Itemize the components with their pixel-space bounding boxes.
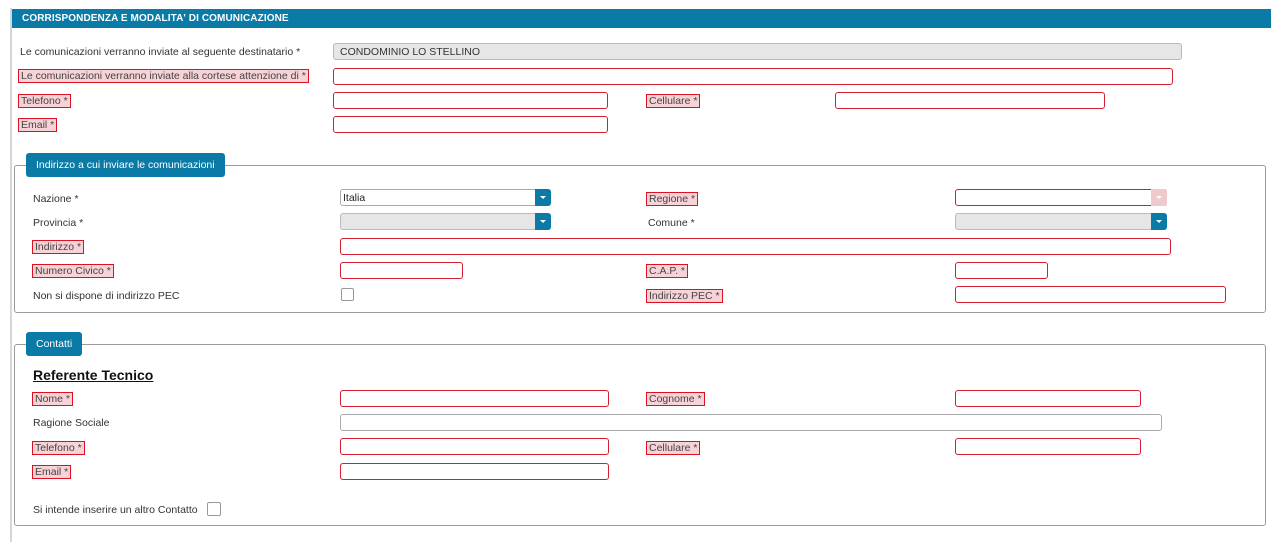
form-page: CORRISPONDENZA E MODALITA' DI COMUNICAZI…	[0, 0, 1272, 542]
ragione-sociale-label: Ragione Sociale	[33, 417, 110, 429]
chevron-down-icon[interactable]	[1151, 189, 1167, 206]
indirizzo-label: Indirizzo *	[32, 240, 85, 254]
altro-contatto-checkbox[interactable]	[207, 502, 221, 516]
pec-label: Indirizzo PEC *	[646, 289, 723, 303]
cognome-label: Cognome *	[646, 392, 705, 406]
indirizzo-legend: Indirizzo a cui inviare le comunicazioni	[26, 153, 225, 177]
referente-cellulare-input[interactable]	[955, 438, 1141, 455]
referente-cellulare-label: Cellulare *	[646, 441, 701, 455]
provincia-label: Provincia *	[33, 217, 84, 229]
numero-civico-label: Numero Civico *	[32, 264, 114, 278]
nazione-label: Nazione *	[33, 193, 79, 205]
chevron-down-icon[interactable]	[535, 189, 551, 206]
cap-input[interactable]	[955, 262, 1048, 279]
cellulare-label: Cellulare *	[646, 94, 701, 108]
destinatario-value: CONDOMINIO LO STELLINO	[340, 46, 481, 58]
referente-telefono-input[interactable]	[340, 438, 609, 455]
comune-select[interactable]	[955, 213, 1167, 230]
email-label: Email *	[18, 118, 58, 132]
cognome-input[interactable]	[955, 390, 1141, 407]
chevron-down-icon[interactable]	[535, 213, 551, 230]
pec-input[interactable]	[955, 286, 1226, 303]
section-header: CORRISPONDENZA E MODALITA' DI COMUNICAZI…	[12, 9, 1271, 28]
chevron-down-icon[interactable]	[1151, 213, 1167, 230]
attenzione-label: Le comunicazioni verranno inviate alla c…	[18, 69, 309, 83]
no-pec-label: Non si dispone di indirizzo PEC	[33, 290, 180, 302]
telefono-label: Telefono *	[18, 94, 71, 108]
nome-label: Nome *	[32, 392, 74, 406]
ragione-sociale-input[interactable]	[340, 414, 1162, 431]
referente-telefono-label: Telefono *	[32, 441, 85, 455]
comune-label: Comune *	[648, 217, 695, 229]
destinatario-label: Le comunicazioni verranno inviate al seg…	[20, 46, 301, 58]
referente-email-label: Email *	[32, 465, 72, 479]
cap-label: C.A.P. *	[646, 264, 688, 278]
destinatario-field: CONDOMINIO LO STELLINO	[333, 43, 1182, 60]
indirizzo-input[interactable]	[340, 238, 1171, 255]
referente-email-input[interactable]	[340, 463, 609, 480]
numero-civico-input[interactable]	[340, 262, 463, 279]
contatti-fieldset	[14, 344, 1266, 526]
no-pec-checkbox[interactable]	[341, 288, 354, 301]
left-border	[10, 8, 12, 542]
attenzione-input[interactable]	[333, 68, 1173, 85]
nome-input[interactable]	[340, 390, 609, 407]
regione-label: Regione *	[646, 192, 699, 206]
email-input[interactable]	[333, 116, 608, 133]
nazione-value: Italia	[343, 192, 366, 204]
altro-contatto-label: Si intende inserire un altro Contatto	[33, 504, 198, 516]
regione-select[interactable]	[955, 189, 1167, 206]
cellulare-input[interactable]	[835, 92, 1105, 109]
contatti-legend: Contatti	[26, 332, 83, 356]
nazione-select[interactable]: Italia	[340, 189, 551, 206]
telefono-input[interactable]	[333, 92, 608, 109]
provincia-select[interactable]	[340, 213, 551, 230]
referente-tecnico-title: Referente Tecnico	[33, 367, 154, 383]
